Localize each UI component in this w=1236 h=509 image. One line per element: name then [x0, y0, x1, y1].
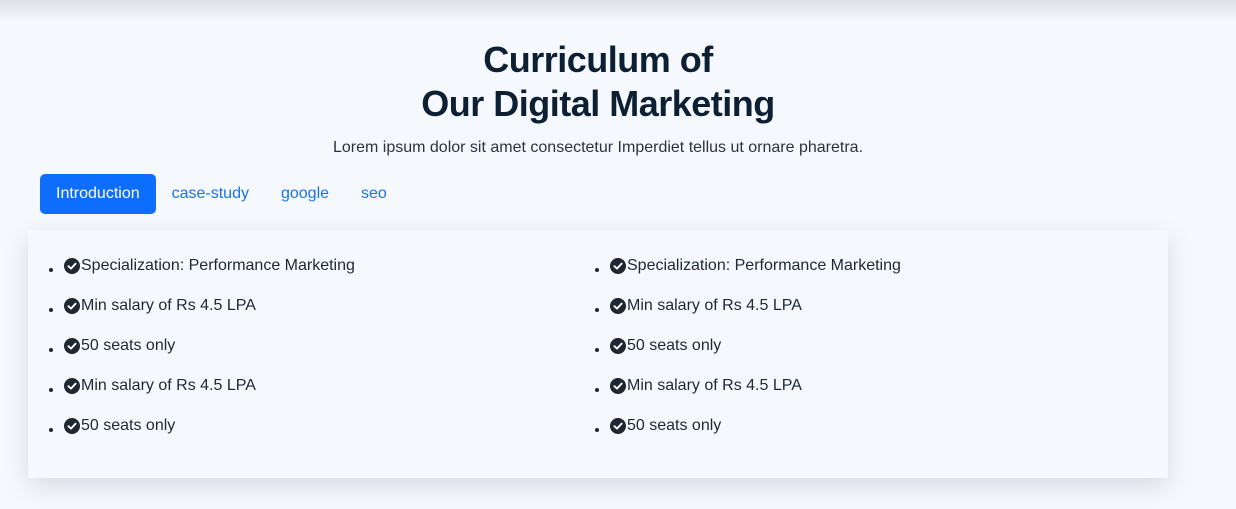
title-line-2: Our Digital Marketing [421, 83, 775, 124]
page-title: Curriculum of Our Digital Marketing [0, 38, 1196, 126]
check-circle-icon [610, 378, 626, 394]
tab-seo[interactable]: seo [345, 174, 403, 214]
list-item: 50 seats only [64, 416, 546, 456]
check-circle-icon [610, 338, 626, 354]
tab-case-study[interactable]: case-study [156, 174, 265, 214]
tab-content-panel: Specialization: Performance Marketing Mi… [28, 230, 1168, 478]
list-item-text: Specialization: Performance Marketing [81, 257, 355, 274]
title-line-1: Curriculum of [483, 39, 713, 80]
check-circle-icon [610, 258, 626, 274]
list-item: Min salary of Rs 4.5 LPA [64, 376, 546, 416]
section-heading: Curriculum of Our Digital Marketing Lore… [0, 38, 1196, 158]
list-item-text: 50 seats only [81, 337, 176, 354]
feature-list-left: Specialization: Performance Marketing Mi… [46, 256, 546, 456]
list-item-text: Min salary of Rs 4.5 LPA [81, 377, 256, 394]
page: Curriculum of Our Digital Marketing Lore… [0, 0, 1236, 509]
check-circle-icon [610, 298, 626, 314]
top-shadow [0, 0, 1236, 22]
list-item: 50 seats only [610, 416, 1092, 456]
list-item-text: Min salary of Rs 4.5 LPA [81, 297, 256, 314]
tab-bar: Introduction case-study google seo [40, 174, 403, 214]
check-circle-icon [610, 418, 626, 434]
list-item: 50 seats only [64, 336, 546, 376]
list-item-text: Min salary of Rs 4.5 LPA [627, 297, 802, 314]
feature-list-right: Specialization: Performance Marketing Mi… [592, 256, 1092, 456]
check-circle-icon [64, 378, 80, 394]
tab-google[interactable]: google [265, 174, 345, 214]
check-circle-icon [64, 418, 80, 434]
list-item-text: Specialization: Performance Marketing [627, 257, 901, 274]
list-item-text: 50 seats only [627, 417, 722, 434]
list-item: Min salary of Rs 4.5 LPA [610, 376, 1092, 416]
page-subtitle: Lorem ipsum dolor sit amet consectetur I… [332, 139, 864, 156]
list-item-text: 50 seats only [627, 337, 722, 354]
list-item: 50 seats only [610, 336, 1092, 376]
tab-introduction[interactable]: Introduction [40, 174, 156, 214]
list-item: Specialization: Performance Marketing [610, 256, 1092, 296]
list-item: Specialization: Performance Marketing [64, 256, 546, 296]
check-circle-icon [64, 338, 80, 354]
check-circle-icon [64, 298, 80, 314]
check-circle-icon [64, 258, 80, 274]
list-item: Min salary of Rs 4.5 LPA [610, 296, 1092, 336]
list-item: Min salary of Rs 4.5 LPA [64, 296, 546, 336]
list-item-text: 50 seats only [81, 417, 176, 434]
list-item-text: Min salary of Rs 4.5 LPA [627, 377, 802, 394]
